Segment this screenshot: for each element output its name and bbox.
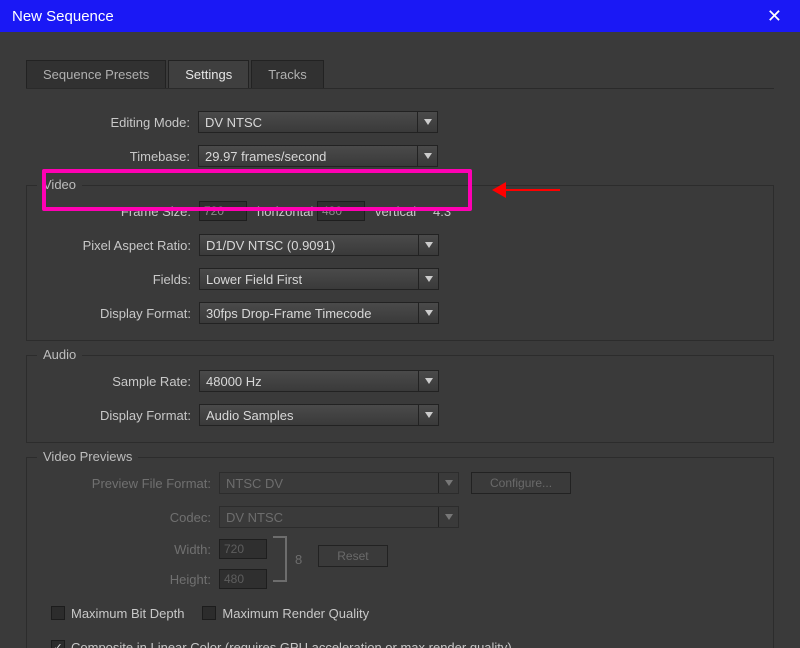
bracket-icon xyxy=(273,536,287,582)
video-display-format-select[interactable]: 30fps Drop-Frame Timecode xyxy=(199,302,439,324)
tab-settings[interactable]: Settings xyxy=(168,60,249,88)
max-render-quality-checkbox[interactable]: Maximum Render Quality xyxy=(202,606,369,621)
input-value: 720 xyxy=(224,542,244,556)
checkbox-label: Maximum Bit Depth xyxy=(71,606,184,621)
chevron-down-icon xyxy=(417,146,437,166)
dialog-body: Sequence Presets Settings Tracks Editing… xyxy=(0,32,800,648)
video-section-title: Video xyxy=(37,177,82,192)
select-value: 30fps Drop-Frame Timecode xyxy=(206,306,371,321)
select-value: 29.97 frames/second xyxy=(205,149,326,164)
audio-display-format-select[interactable]: Audio Samples xyxy=(199,404,439,426)
frame-width-input[interactable]: 720 xyxy=(199,201,247,221)
annotation-arrow xyxy=(494,182,560,198)
tab-label: Sequence Presets xyxy=(43,67,149,82)
preview-height-label: Height: xyxy=(27,572,219,587)
audio-section-title: Audio xyxy=(37,347,82,362)
video-previews-section: Video Previews Preview File Format: NTSC… xyxy=(26,457,774,648)
select-value: DV NTSC xyxy=(226,510,283,525)
audio-display-format-label: Display Format: xyxy=(27,408,199,423)
tab-label: Tracks xyxy=(268,67,307,82)
configure-button: Configure... xyxy=(471,472,571,494)
checkbox-box xyxy=(202,606,216,620)
button-label: Reset xyxy=(337,549,368,563)
button-label: Configure... xyxy=(490,476,552,490)
horizontal-label: horizontal xyxy=(247,204,317,219)
frame-size-label: Frame Size: xyxy=(27,204,199,219)
tabs: Sequence Presets Settings Tracks xyxy=(26,60,774,89)
tab-label: Settings xyxy=(185,67,232,82)
input-value: 720 xyxy=(204,204,224,218)
audio-section: Audio Sample Rate: 48000 Hz Display Form… xyxy=(26,355,774,443)
checkbox-label: Maximum Render Quality xyxy=(222,606,369,621)
frame-height-input[interactable]: 480 xyxy=(317,201,365,221)
video-display-format-label: Display Format: xyxy=(27,306,199,321)
checkbox-box xyxy=(51,606,65,620)
input-value: 480 xyxy=(322,204,342,218)
sample-rate-label: Sample Rate: xyxy=(27,374,199,389)
preview-format-select: NTSC DV xyxy=(219,472,459,494)
aspect-ratio: 4:3 xyxy=(425,204,451,219)
select-value: 48000 Hz xyxy=(206,374,262,389)
reset-button: Reset xyxy=(318,545,387,567)
select-value: Lower Field First xyxy=(206,272,302,287)
chevron-down-icon xyxy=(418,269,438,289)
chevron-down-icon xyxy=(438,507,458,527)
video-previews-section-title: Video Previews xyxy=(37,449,138,464)
fields-label: Fields: xyxy=(27,272,199,287)
par-select[interactable]: D1/DV NTSC (0.9091) xyxy=(199,234,439,256)
select-value: NTSC DV xyxy=(226,476,283,491)
codec-select: DV NTSC xyxy=(219,506,459,528)
preview-width-label: Width: xyxy=(27,542,219,557)
editing-mode-select[interactable]: DV NTSC xyxy=(198,111,438,133)
tab-sequence-presets[interactable]: Sequence Presets xyxy=(26,60,166,88)
checkbox-box: ✓ xyxy=(51,640,65,648)
composite-linear-checkbox[interactable]: ✓ Composite in Linear Color (requires GP… xyxy=(51,640,512,648)
select-value: D1/DV NTSC (0.9091) xyxy=(206,238,335,253)
link-icon[interactable]: 8 xyxy=(295,552,302,567)
video-section: Video Frame Size: 720 horizontal 480 ver… xyxy=(26,185,774,341)
chevron-down-icon xyxy=(417,112,437,132)
preview-height-input: 480 xyxy=(219,569,267,589)
timebase-label: Timebase: xyxy=(26,149,198,164)
chevron-down-icon xyxy=(418,371,438,391)
preview-format-label: Preview File Format: xyxy=(27,476,219,491)
max-bit-depth-checkbox[interactable]: Maximum Bit Depth xyxy=(51,606,184,621)
window-title: New Sequence xyxy=(12,8,114,25)
close-icon[interactable]: ✕ xyxy=(761,6,788,27)
titlebar: New Sequence ✕ xyxy=(0,0,800,32)
tab-tracks[interactable]: Tracks xyxy=(251,60,324,88)
preview-width-input: 720 xyxy=(219,539,267,559)
select-value: DV NTSC xyxy=(205,115,262,130)
checkbox-label: Composite in Linear Color (requires GPU … xyxy=(71,640,512,648)
fields-select[interactable]: Lower Field First xyxy=(199,268,439,290)
editing-mode-label: Editing Mode: xyxy=(26,115,198,130)
vertical-label: vertical xyxy=(365,204,425,219)
sample-rate-select[interactable]: 48000 Hz xyxy=(199,370,439,392)
timebase-select[interactable]: 29.97 frames/second xyxy=(198,145,438,167)
chevron-down-icon xyxy=(418,235,438,255)
chevron-down-icon xyxy=(418,405,438,425)
chevron-down-icon xyxy=(438,473,458,493)
input-value: 480 xyxy=(224,572,244,586)
codec-label: Codec: xyxy=(27,510,219,525)
chevron-down-icon xyxy=(418,303,438,323)
select-value: Audio Samples xyxy=(206,408,293,423)
par-label: Pixel Aspect Ratio: xyxy=(27,238,199,253)
